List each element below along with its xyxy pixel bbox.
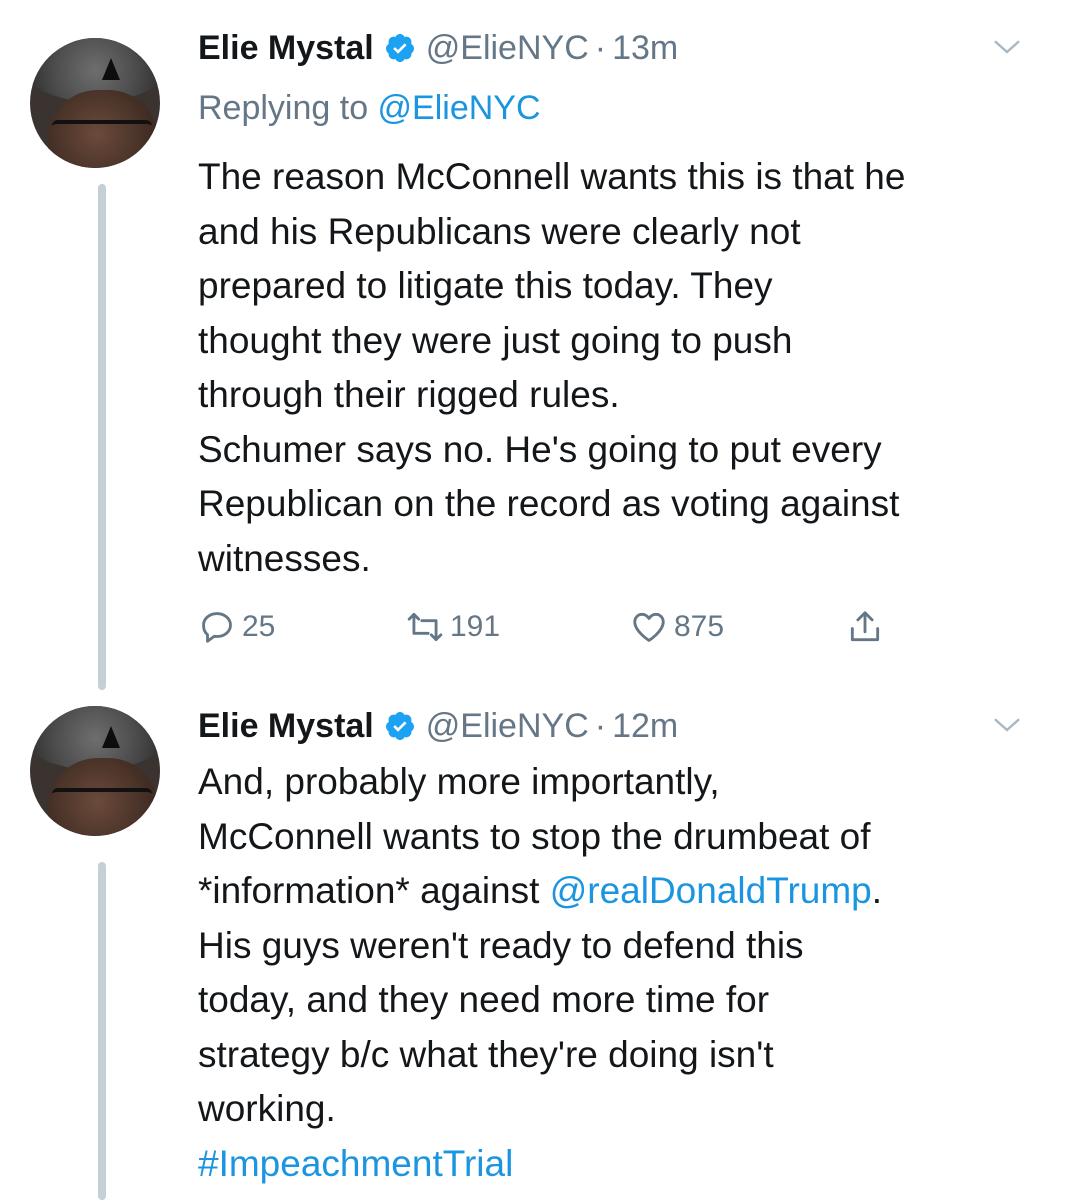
timestamp[interactable]: 13m — [612, 28, 678, 68]
reply-button[interactable]: 25 — [198, 608, 275, 646]
tweet-text: And, probably more importantly, McConnel… — [198, 755, 1028, 1191]
tweet-header: Elie Mystal @ElieNYC · 12m — [198, 706, 678, 746]
avatar-bow — [102, 726, 120, 748]
hashtag-link[interactable]: #ImpeachmentTrial — [198, 1143, 513, 1184]
chevron-down-icon[interactable] — [992, 710, 1022, 740]
avatar[interactable] — [30, 38, 160, 168]
avatar-bow — [102, 58, 120, 80]
replying-to: Replying to @ElieNYC — [198, 88, 541, 128]
tweet-header: Elie Mystal @ElieNYC · 13m — [198, 28, 678, 68]
retweet-count: 191 — [450, 610, 501, 643]
thread-line — [98, 862, 106, 1200]
author-name[interactable]: Elie Mystal — [198, 28, 374, 68]
share-icon — [850, 611, 880, 642]
like-count: 875 — [674, 610, 725, 643]
retweet-icon — [407, 612, 443, 642]
avatar-glasses — [52, 120, 152, 142]
avatar-glasses — [52, 788, 152, 810]
like-button[interactable]: 875 — [630, 608, 724, 646]
author-name[interactable]: Elie Mystal — [198, 706, 374, 746]
verified-badge-icon — [385, 712, 414, 740]
author-handle[interactable]: @ElieNYC — [426, 28, 589, 68]
tweet-actions: 25 191 875 — [198, 608, 898, 648]
tweet-2[interactable]: Elie Mystal @ElieNYC · 12m And, probably… — [0, 690, 1068, 1200]
timestamp[interactable]: 12m — [612, 706, 678, 746]
share-button[interactable] — [846, 608, 890, 646]
heart-icon — [633, 612, 665, 642]
separator: · — [594, 707, 607, 745]
replying-to-link[interactable]: @ElieNYC — [378, 89, 541, 127]
tweet-1[interactable]: Elie Mystal @ElieNYC · 13m Replying to @… — [0, 0, 1068, 690]
separator: · — [594, 29, 607, 67]
reply-icon — [202, 612, 232, 643]
author-handle[interactable]: @ElieNYC — [426, 706, 589, 746]
retweet-button[interactable]: 191 — [406, 608, 500, 646]
reply-count: 25 — [242, 610, 276, 643]
replying-to-prefix: Replying to — [198, 89, 378, 127]
mention-link[interactable]: @realDonaldTrump — [550, 870, 872, 911]
avatar[interactable] — [30, 706, 160, 836]
verified-badge-icon — [385, 34, 414, 62]
tweet-text: The reason McConnell wants this is that … — [198, 156, 906, 579]
chevron-down-icon[interactable] — [992, 32, 1022, 62]
thread-line — [98, 184, 106, 690]
